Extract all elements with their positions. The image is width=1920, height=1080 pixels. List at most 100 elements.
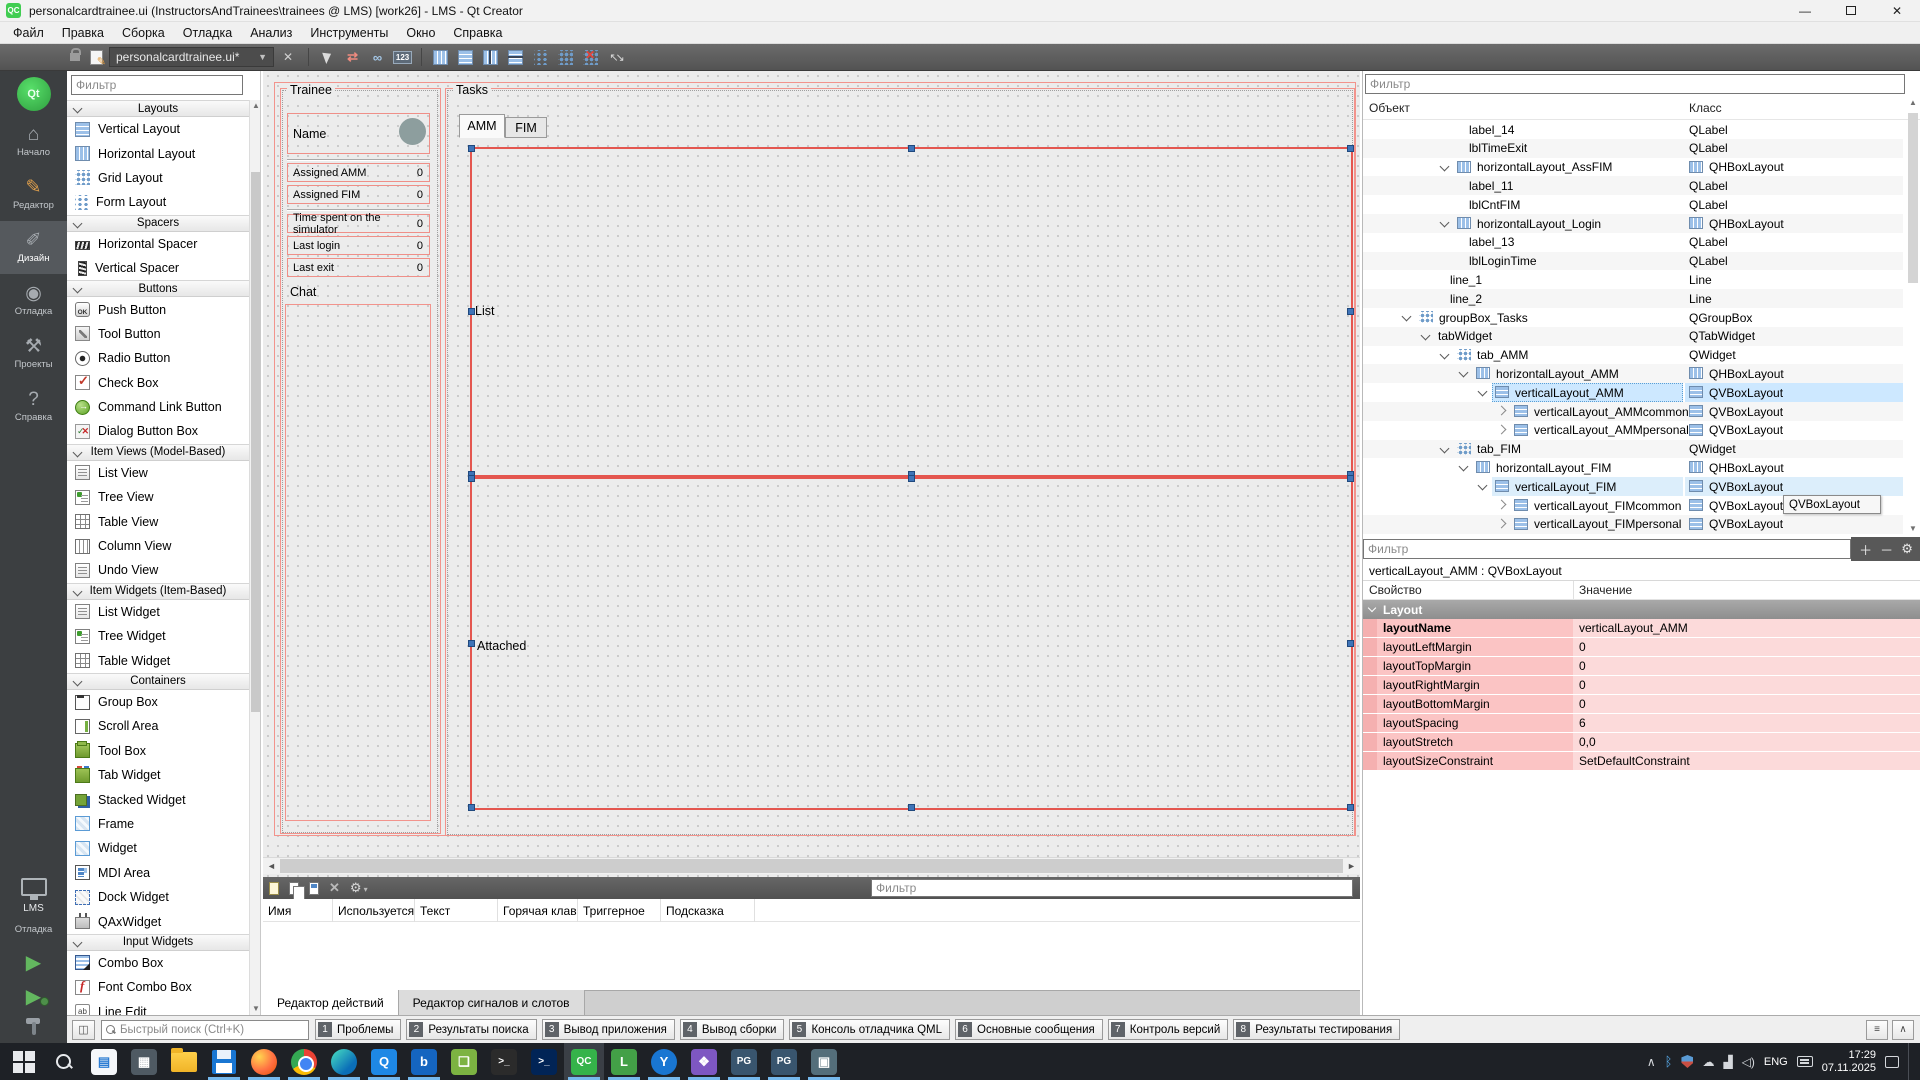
tree-row-label_11[interactable]: label_11QLabel: [1363, 176, 1903, 195]
widget-item-widget[interactable]: Widget: [67, 836, 249, 860]
widget-item-radio-button[interactable]: Radio Button: [67, 346, 249, 370]
tree-row-verticalLayout_FIM[interactable]: verticalLayout_FIMQVBoxLayout: [1363, 477, 1903, 496]
stat-row-4[interactable]: Last login0: [287, 236, 430, 255]
selection-handle[interactable]: [1347, 145, 1354, 152]
close-document-button[interactable]: ✕: [274, 50, 302, 64]
amm-common-layout-selection[interactable]: [470, 147, 1353, 477]
class-column-header[interactable]: Класс: [1689, 101, 1722, 115]
widget-item-check-box[interactable]: Check Box: [67, 371, 249, 395]
expand-output-button[interactable]: ∧: [1892, 1020, 1914, 1040]
tree-row-tabWidget[interactable]: tabWidgetQTabWidget: [1363, 327, 1903, 346]
tree-row-verticalLayout_AMMcommon[interactable]: verticalLayout_AMMcommonQVBoxLayout: [1363, 402, 1903, 421]
tree-row-label_13[interactable]: label_13QLabel: [1363, 233, 1903, 252]
q-app[interactable]: Q: [364, 1043, 404, 1080]
layout-horizontally-in-splitter-icon[interactable]: [478, 46, 503, 68]
widget-item-column-view[interactable]: Column View: [67, 534, 249, 558]
stat-row-1[interactable]: Assigned AMM0: [287, 163, 430, 182]
menu-item-Сборка[interactable]: Сборка: [113, 23, 174, 43]
purple-app[interactable]: ❖: [684, 1043, 724, 1080]
layout-vertically-icon[interactable]: [453, 46, 478, 68]
tree-row-line_1[interactable]: line_1Line: [1363, 270, 1903, 289]
property-row-layoutSizeConstraint[interactable]: layoutSizeConstraintSetDefaultConstraint: [1363, 752, 1920, 771]
chevron-down-icon[interactable]: [1459, 368, 1469, 378]
form-horizontal-scrollbar[interactable]: ◄ ►: [263, 857, 1360, 874]
widget-item-list-view[interactable]: List View: [67, 461, 249, 485]
delete-action-icon[interactable]: ✕: [329, 880, 340, 896]
menu-item-Файл[interactable]: Файл: [4, 23, 53, 43]
tree-row-tab_AMM[interactable]: tab_AMMQWidget: [1363, 346, 1903, 365]
property-value[interactable]: 0: [1573, 638, 1920, 656]
object-column-header[interactable]: Объект: [1369, 101, 1410, 115]
action-filter-input[interactable]: [871, 879, 1353, 897]
add-property-icon[interactable]: ＋: [1859, 540, 1872, 559]
action-column-подсказка[interactable]: Подсказка: [661, 899, 755, 922]
chevron-down-icon[interactable]: [1478, 481, 1488, 491]
cmd[interactable]: >_: [484, 1043, 524, 1080]
selection-handle[interactable]: [1347, 308, 1354, 315]
output-pane-8[interactable]: 8Результаты тестирования: [1233, 1019, 1400, 1040]
chevron-down-icon[interactable]: [1402, 312, 1412, 322]
output-pane-7[interactable]: 7Контроль версий: [1108, 1019, 1229, 1040]
chat-area[interactable]: [285, 304, 431, 821]
property-row-layoutRightMargin[interactable]: layoutRightMargin0: [1363, 676, 1920, 695]
property-value[interactable]: 0,0: [1573, 733, 1920, 751]
widget-item-table-view[interactable]: Table View: [67, 509, 249, 533]
chevron-right-icon[interactable]: [1497, 406, 1507, 416]
db-tool[interactable]: ▣: [804, 1043, 844, 1080]
selection-handle[interactable]: [468, 308, 475, 315]
menu-item-Инструменты[interactable]: Инструменты: [301, 23, 397, 43]
widget-item-horizontal-layout[interactable]: Horizontal Layout: [67, 141, 249, 165]
notification-center-icon[interactable]: [1885, 1056, 1899, 1068]
widget-item-vertical-layout[interactable]: Vertical Layout: [67, 117, 249, 141]
trainee-avatar-circle[interactable]: [399, 118, 426, 145]
widget-item-scroll-area[interactable]: Scroll Area: [67, 714, 249, 738]
mode-design[interactable]: ✐Дизайн: [0, 221, 67, 274]
property-row-layoutTopMargin[interactable]: layoutTopMargin0: [1363, 657, 1920, 676]
scrollbar-thumb[interactable]: [1908, 113, 1918, 283]
widget-item-combo-box[interactable]: Combo Box: [67, 951, 249, 975]
stat-row-5[interactable]: Last exit0: [287, 258, 430, 277]
chevron-down-icon[interactable]: [1459, 462, 1469, 472]
edit-tab-order-tool-icon[interactable]: 123: [390, 46, 415, 68]
calculator-app[interactable]: ▦: [124, 1043, 164, 1080]
form-editor-canvas[interactable]: Trainee Name Assigned AMM0Assigned FIM0T…: [263, 71, 1360, 877]
language-indicator[interactable]: ENG: [1764, 1056, 1788, 1068]
remove-property-icon[interactable]: －: [1880, 540, 1893, 559]
property-value[interactable]: 0: [1573, 657, 1920, 675]
selection-handle[interactable]: [908, 804, 915, 811]
action-column-имя[interactable]: Имя: [263, 899, 333, 922]
output-pane-1[interactable]: 1Проблемы: [315, 1019, 401, 1040]
widget-box-scrollbar[interactable]: ▲ ▼: [249, 100, 261, 1015]
tab-редактор-сигналов-и-слотов[interactable]: Редактор сигналов и слотов: [399, 990, 585, 1015]
chevron-down-icon[interactable]: [1440, 218, 1450, 228]
backup-app[interactable]: [204, 1043, 244, 1080]
menu-item-Отладка[interactable]: Отладка: [174, 23, 241, 43]
chevron-down-icon[interactable]: [1440, 349, 1450, 359]
scroll-up-arrow[interactable]: ▲: [1907, 97, 1919, 109]
edge[interactable]: [324, 1043, 364, 1080]
selection-handle[interactable]: [1347, 475, 1354, 482]
menu-item-Анализ[interactable]: Анализ: [241, 23, 301, 43]
layout-in-form-icon[interactable]: [528, 46, 553, 68]
scroll-left-arrow[interactable]: ◄: [263, 858, 280, 875]
widget-item-mdi-area[interactable]: MDI Area: [67, 861, 249, 885]
selection-handle[interactable]: [908, 145, 915, 152]
minimize-button[interactable]: —: [1782, 0, 1828, 21]
tree-row-horizontalLayout_Login[interactable]: horizontalLayout_LoginQHBoxLayout: [1363, 214, 1903, 233]
keyboard-icon[interactable]: [1797, 1056, 1813, 1067]
bluetooth-icon[interactable]: ᛒ: [1665, 1054, 1673, 1069]
widget-item-group-box[interactable]: Group Box: [67, 690, 249, 714]
debug-run-button[interactable]: ▶: [0, 979, 67, 1013]
widget-item-stacked-widget[interactable]: Stacked Widget: [67, 787, 249, 811]
menu-item-Справка[interactable]: Справка: [444, 23, 511, 43]
widget-section-containers[interactable]: Containers: [67, 673, 249, 690]
open-document-selector[interactable]: personalcardtrainee.ui* ▼: [109, 47, 274, 67]
lms-app[interactable]: L: [604, 1043, 644, 1080]
widget-item-tool-button[interactable]: Tool Button: [67, 322, 249, 346]
widget-section-item-views-model-based-[interactable]: Item Views (Model-Based): [67, 444, 249, 461]
tree-row-label_14[interactable]: label_14QLabel: [1363, 120, 1903, 139]
widget-item-grid-layout[interactable]: Grid Layout: [67, 166, 249, 190]
widget-item-font-combo-box[interactable]: Font Combo Box: [67, 975, 249, 999]
widget-item-tool-box[interactable]: Tool Box: [67, 739, 249, 763]
property-row-layoutSpacing[interactable]: layoutSpacing6: [1363, 714, 1920, 733]
